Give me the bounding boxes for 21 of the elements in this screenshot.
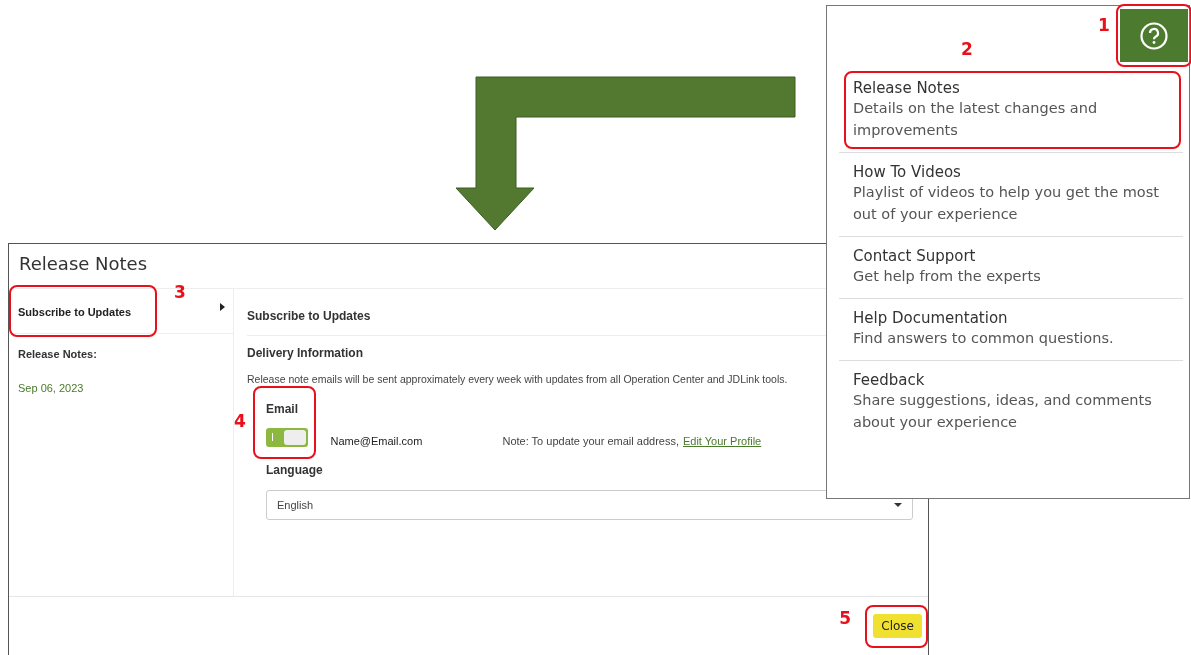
email-address: Name@Email.com xyxy=(330,434,424,447)
step-number: 5 xyxy=(839,608,852,628)
help-menu-item[interactable]: How To Videos Playlist of videos to help you get the most out of your experience xyxy=(839,153,1183,238)
step-number: 1 xyxy=(1098,15,1110,35)
help-menu-item[interactable]: Contact Support Get help from the experts xyxy=(839,237,1183,300)
step-number: 4 xyxy=(234,410,246,431)
note-text: Note: To update your email address, xyxy=(502,434,679,447)
date-link[interactable]: Sep 06, 2023 xyxy=(9,362,93,394)
help-menu-item[interactable]: Feedback Share suggestions, ideas, and comments about your experience xyxy=(839,361,1183,445)
help-menu-item[interactable]: Help Documentation Find answers to common questions. xyxy=(839,299,1183,362)
section-label: Release Notes: xyxy=(17,347,98,360)
subheading: Delivery Information xyxy=(247,346,364,360)
language-label: Language xyxy=(266,462,323,477)
step-number: 2 xyxy=(961,39,973,59)
language-dropdown[interactable]: English xyxy=(266,489,913,520)
description-text: Release note emails will be sent approximately every week with updates from all Operation Center and JDLink tools. xyxy=(247,373,789,387)
close-button[interactable]: Close xyxy=(873,614,922,638)
edit-profile-link[interactable]: Edit Your Profile xyxy=(682,434,762,447)
email-label: Email xyxy=(266,401,298,416)
section-heading: Subscribe to Updates xyxy=(247,309,371,323)
dialog-title: Release Notes xyxy=(19,253,148,274)
